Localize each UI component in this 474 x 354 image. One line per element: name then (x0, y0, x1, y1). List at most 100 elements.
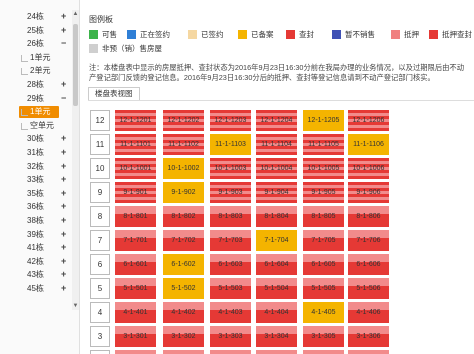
unit-cell[interactable]: 11-1-1101 (115, 134, 156, 155)
unit-cell[interactable]: 2-1-206 (348, 350, 389, 354)
expand-plus-icon[interactable]: + (61, 282, 66, 296)
unit-cell[interactable]: 9-1-904 (256, 182, 297, 203)
unit-cell[interactable]: 3-1-305 (303, 326, 344, 347)
tree-building-item[interactable]: 38栋 + (0, 214, 72, 228)
unit-cell[interactable]: 10-1-1005 (303, 158, 344, 179)
unit-cell[interactable]: 6-1-601 (115, 254, 156, 275)
unit-cell[interactable]: 8-1-805 (303, 206, 344, 227)
unit-cell[interactable]: 10-1-1004 (256, 158, 297, 179)
unit-cell[interactable]: 2-1-203 (210, 350, 251, 354)
unit-cell[interactable]: 9-1-901 (115, 182, 156, 203)
unit-cell[interactable]: 3-1-306 (348, 326, 389, 347)
unit-cell[interactable]: 12-1-1204 (256, 110, 297, 131)
tree-building-item[interactable]: 36栋 + (0, 200, 72, 214)
unit-cell[interactable]: 4-1-403 (210, 302, 251, 323)
unit-cell[interactable]: 10-1-1003 (210, 158, 251, 179)
unit-cell[interactable]: 4-1-406 (348, 302, 389, 323)
unit-cell[interactable]: 7-1-702 (163, 230, 204, 251)
tree-unit-item[interactable]: 空单元 (0, 119, 72, 133)
expand-plus-icon[interactable]: + (61, 255, 66, 269)
expand-plus-icon[interactable]: + (61, 228, 66, 242)
collapse-minus-icon[interactable]: − (61, 37, 66, 51)
tree-building-item[interactable]: 29栋 − (0, 92, 72, 106)
unit-cell[interactable]: 11-1-1103 (210, 134, 251, 155)
unit-cell[interactable]: 11-1-1105 (303, 134, 344, 155)
unit-cell[interactable]: 8-1-801 (115, 206, 156, 227)
tree-building-item[interactable]: 39栋 + (0, 228, 72, 242)
tree-building-item[interactable]: 32栋 + (0, 160, 72, 174)
unit-cell[interactable]: 11-1-1102 (163, 134, 204, 155)
tree-unit-item[interactable]: 2单元 (0, 64, 72, 78)
expand-plus-icon[interactable]: + (61, 214, 66, 228)
unit-cell[interactable]: 12-1-1205 (303, 110, 344, 131)
unit-cell[interactable]: 7-1-703 (210, 230, 251, 251)
unit-cell[interactable]: 10-1-1001 (115, 158, 156, 179)
expand-plus-icon[interactable]: + (61, 173, 66, 187)
unit-cell[interactable]: 3-1-303 (210, 326, 251, 347)
unit-cell[interactable]: 5-1-506 (348, 278, 389, 299)
tree-building-item[interactable]: 43栋 + (0, 268, 72, 282)
scroll-up-arrow-icon[interactable]: ▲ (72, 10, 79, 18)
unit-cell[interactable]: 12-1-1203 (210, 110, 251, 131)
unit-cell[interactable]: 3-1-304 (256, 326, 297, 347)
tree-building-item[interactable]: 30栋 + (0, 132, 72, 146)
unit-cell[interactable]: 2-1-201 (115, 350, 156, 354)
unit-cell[interactable]: 8-1-806 (348, 206, 389, 227)
unit-cell[interactable]: 6-1-605 (303, 254, 344, 275)
unit-cell[interactable]: 8-1-803 (210, 206, 251, 227)
unit-cell[interactable]: 7-1-701 (115, 230, 156, 251)
tree-building-item[interactable]: 26栋 − (0, 37, 72, 51)
tree-unit-item[interactable]: 1单元 (0, 51, 72, 65)
unit-cell[interactable]: 9-1-906 (348, 182, 389, 203)
unit-cell[interactable]: 9-1-903 (210, 182, 251, 203)
unit-cell[interactable]: 4-1-405 (303, 302, 344, 323)
unit-cell[interactable]: 11-1-1104 (256, 134, 297, 155)
unit-cell[interactable]: 8-1-802 (163, 206, 204, 227)
unit-cell[interactable]: 11-1-1106 (348, 134, 389, 155)
expand-plus-icon[interactable]: + (61, 24, 66, 38)
expand-plus-icon[interactable]: + (61, 146, 66, 160)
tree-building-item[interactable]: 24栋 + (0, 10, 72, 24)
unit-cell[interactable]: 5-1-503 (210, 278, 251, 299)
tree-building-item[interactable]: 42栋 + (0, 255, 72, 269)
expand-plus-icon[interactable]: + (61, 268, 66, 282)
tree-building-item[interactable]: 25栋 + (0, 24, 72, 38)
unit-cell[interactable]: 8-1-804 (256, 206, 297, 227)
tab-floor-table-view[interactable]: 楼盘表视图 (88, 87, 140, 100)
scrollbar-thumb[interactable] (73, 24, 78, 106)
unit-cell[interactable]: 7-1-704 (256, 230, 297, 251)
unit-cell[interactable]: 12-1-1201 (115, 110, 156, 131)
tree-building-item[interactable]: 41栋 + (0, 241, 72, 255)
unit-cell[interactable]: 2-1-205 (303, 350, 344, 354)
collapse-minus-icon[interactable]: − (61, 92, 66, 106)
unit-cell[interactable]: 9-1-902 (163, 182, 204, 203)
tree-building-item[interactable]: 33栋 + (0, 173, 72, 187)
unit-cell[interactable]: 12-1-1202 (163, 110, 204, 131)
unit-cell[interactable]: 6-1-604 (256, 254, 297, 275)
expand-plus-icon[interactable]: + (61, 160, 66, 174)
tree-building-item[interactable]: 28栋 + (0, 78, 72, 92)
tree-building-item[interactable]: 45栋 + (0, 282, 72, 296)
scroll-down-arrow-icon[interactable]: ▼ (72, 302, 79, 310)
unit-cell[interactable]: 5-1-501 (115, 278, 156, 299)
tree-building-item[interactable]: 31栋 + (0, 146, 72, 160)
unit-cell[interactable]: 4-1-402 (163, 302, 204, 323)
tree-building-item[interactable]: 35栋 + (0, 187, 72, 201)
unit-cell[interactable]: 2-1-204 (256, 350, 297, 354)
unit-cell[interactable]: 6-1-606 (348, 254, 389, 275)
expand-plus-icon[interactable]: + (61, 241, 66, 255)
unit-cell[interactable]: 9-1-905 (303, 182, 344, 203)
unit-cell[interactable]: 2-1-202 (163, 350, 204, 354)
unit-cell[interactable]: 4-1-404 (256, 302, 297, 323)
unit-cell[interactable]: 6-1-602 (163, 254, 204, 275)
expand-plus-icon[interactable]: + (61, 132, 66, 146)
unit-cell[interactable]: 4-1-401 (115, 302, 156, 323)
unit-cell[interactable]: 5-1-504 (256, 278, 297, 299)
unit-cell[interactable]: 5-1-502 (163, 278, 204, 299)
unit-cell[interactable]: 3-1-302 (163, 326, 204, 347)
unit-cell[interactable]: 12-1-1206 (348, 110, 389, 131)
tree-unit-item[interactable]: 1单元 (0, 105, 72, 119)
expand-plus-icon[interactable]: + (61, 187, 66, 201)
expand-plus-icon[interactable]: + (61, 78, 66, 92)
unit-cell[interactable]: 6-1-603 (210, 254, 251, 275)
